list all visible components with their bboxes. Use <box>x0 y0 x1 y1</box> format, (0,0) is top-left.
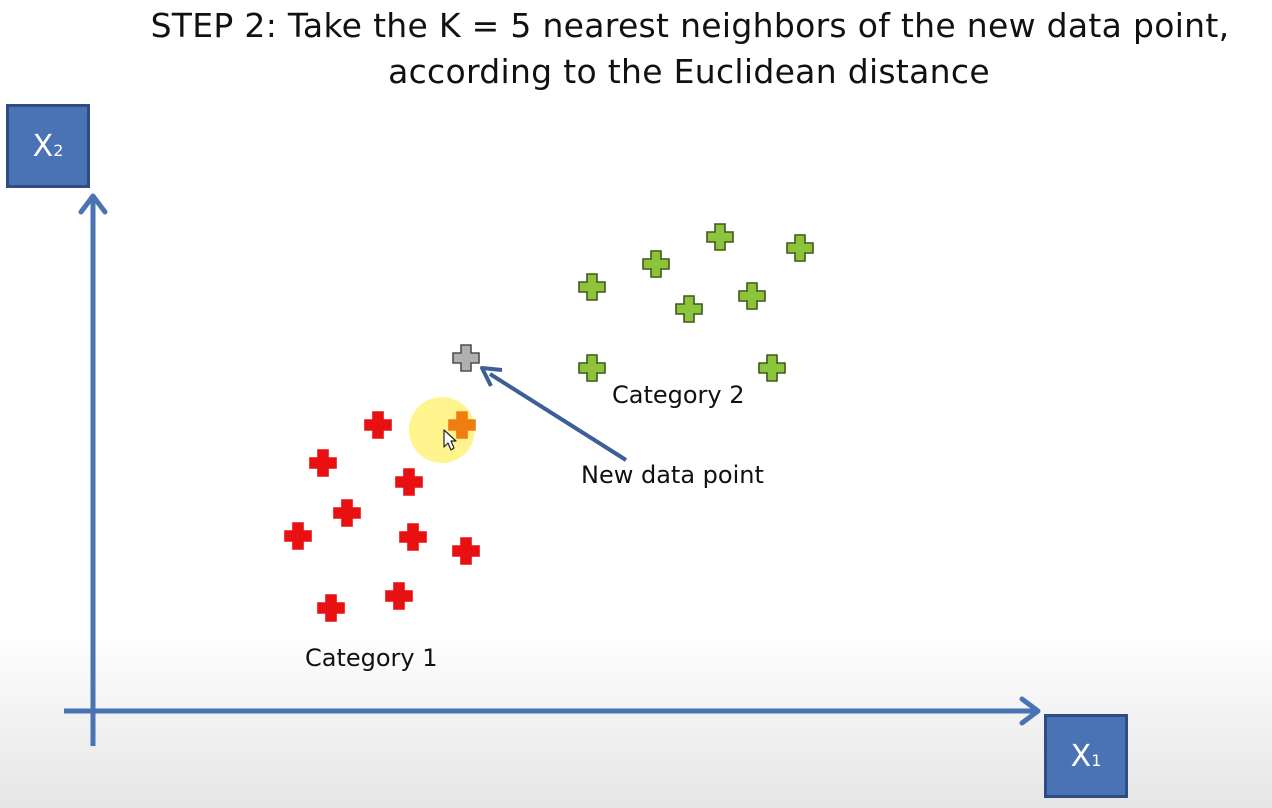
category-1-point <box>333 499 361 527</box>
new-data-point-point <box>452 344 480 372</box>
axes <box>64 193 1041 746</box>
category-1-label: Category 1 <box>305 644 438 672</box>
x1-letter: X <box>1070 738 1092 774</box>
category-2-point <box>706 223 734 251</box>
x1-axis-label-box: X1 <box>1044 714 1128 798</box>
category-1-point <box>364 411 392 439</box>
x2-letter: X <box>32 128 54 164</box>
new-point-pointer-arrow <box>488 372 628 462</box>
category-2-point <box>738 282 766 310</box>
points-group <box>284 223 814 622</box>
category-1-point <box>317 594 345 622</box>
category-2-label: Category 2 <box>612 381 745 409</box>
x2-subscript: 2 <box>53 140 64 160</box>
category-2-point <box>786 234 814 262</box>
category-2-point <box>675 295 703 323</box>
slide: STEP 2: Take the K = 5 nearest neighbors… <box>0 0 1272 808</box>
category-1-point <box>309 449 337 477</box>
category-2-point <box>642 250 670 278</box>
category-1-point <box>395 468 423 496</box>
category-1-point <box>284 522 312 550</box>
category-2-point <box>578 273 606 301</box>
category-1-point <box>385 582 413 610</box>
category-1-point <box>452 537 480 565</box>
category-1-point <box>399 523 427 551</box>
new-data-point-label: New data point <box>581 461 764 489</box>
x2-axis-label-box: X2 <box>6 104 90 188</box>
x1-subscript: 1 <box>1091 750 1102 770</box>
category-2-point <box>578 354 606 382</box>
category-2-point <box>758 354 786 382</box>
